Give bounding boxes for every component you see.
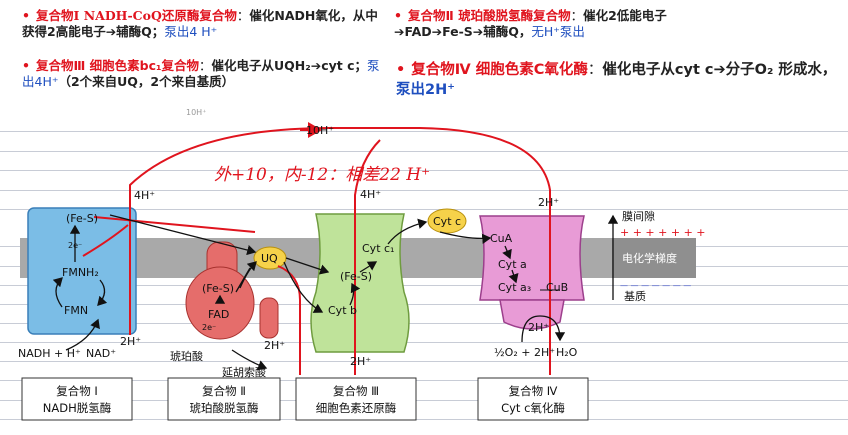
cytc-label: Cyt c xyxy=(433,215,461,228)
box2-line2: 琥珀酸脱氢酶 xyxy=(190,401,259,415)
fmn-label: FMN xyxy=(64,304,88,317)
electron-transport-diagram: 10H⁺ 4H⁺ 4H⁺ 2H⁺ 2H⁺ 2H⁺ 2H⁺ 2H⁺ (Fe-S) … xyxy=(18,122,706,421)
h2o-label: H₂O xyxy=(556,346,578,359)
box2-line1: 复合物 Ⅱ xyxy=(202,384,246,398)
plus-marks: + + + + + + + xyxy=(620,226,706,239)
box1-line2: NADH脱氢酶 xyxy=(43,401,111,415)
matrix-label: 基质 xyxy=(624,290,646,303)
complex-4-shape xyxy=(479,215,585,301)
box4-line2: Cyt c氧化酶 xyxy=(501,401,565,415)
handwritten-note: 外+10，内-12：相差22 H⁺ xyxy=(214,165,430,185)
c3-protons: 4H⁺ xyxy=(360,188,381,201)
c3-inner-protons: 2H⁺ xyxy=(350,355,371,368)
gradient-label: 电化学梯度 xyxy=(622,251,677,265)
intermembrane-label: 膜间隙 xyxy=(622,209,655,223)
c2-inner-protons: 2H⁺ xyxy=(264,339,285,352)
minus-marks: — — — — — — — xyxy=(620,281,691,290)
top-protons: 10H⁺ xyxy=(306,124,334,137)
fmnh2-label: FMNH₂ xyxy=(62,266,99,279)
complex-2-tail xyxy=(259,297,279,339)
box4-line1: 复合物 Ⅳ xyxy=(509,384,558,398)
box3-line2: 细胞色素还原酶 xyxy=(316,401,397,415)
uq-label: UQ xyxy=(261,252,278,265)
o2-label: ½O₂ + 2H⁺ xyxy=(494,346,555,359)
cytc1-label: Cyt c₁ xyxy=(362,242,394,255)
box1-line1: 复合物 Ⅰ xyxy=(56,384,98,398)
cyta3-label: Cyt a₃ xyxy=(498,281,531,294)
cub-label: CuB xyxy=(546,281,568,294)
cytb-label: Cyt b xyxy=(328,304,357,317)
succinate-label: 琥珀酸 xyxy=(170,349,203,363)
fumarate-label: 延胡索酸 xyxy=(222,365,266,379)
c4-protons: 2H⁺ xyxy=(538,196,559,209)
proton-path-c2 xyxy=(277,265,301,375)
fes2-label: (Fe-S) xyxy=(202,282,234,295)
c1-protons: 4H⁺ xyxy=(134,189,155,202)
e2-label: 2e⁻ xyxy=(202,323,216,332)
fad-label: FAD xyxy=(208,308,229,321)
complex-3-shape xyxy=(310,213,410,353)
fes1-label: (Fe-S) xyxy=(66,212,98,225)
e1-label: 2e⁻ xyxy=(68,241,82,250)
cua-label: CuA xyxy=(490,232,513,245)
c4-inner-protons: 2H⁺ xyxy=(528,321,549,334)
box3-line1: 复合物 Ⅲ xyxy=(333,384,379,398)
cyta-label: Cyt a xyxy=(498,258,527,271)
nad-label: NAD⁺ xyxy=(86,347,116,360)
fes3-label: (Fe-S) xyxy=(340,270,372,283)
c1-inner-protons: 2H⁺ xyxy=(120,335,141,348)
nadh-label: NADH + H⁺ xyxy=(18,347,81,360)
